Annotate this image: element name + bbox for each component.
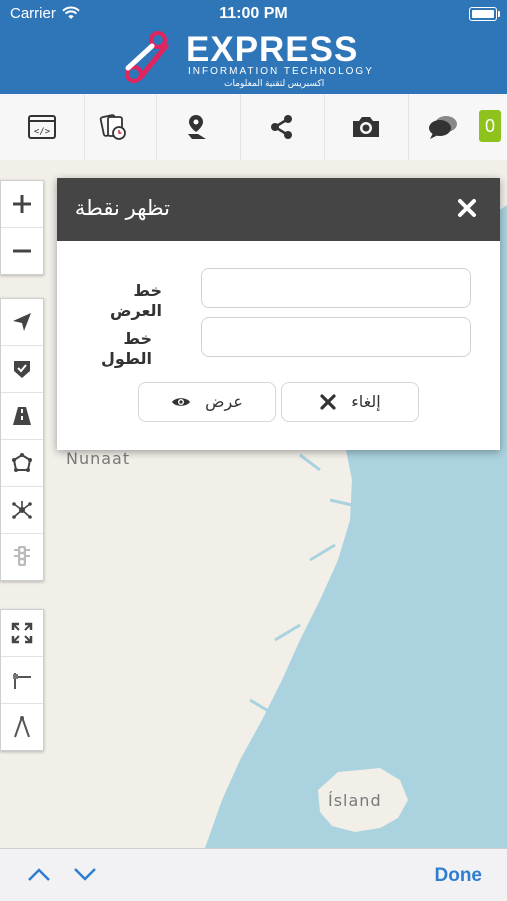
zoom-controls (0, 180, 44, 275)
logo-arabic: اكسبريس لتقنية المعلومات (224, 78, 325, 88)
location-button[interactable] (156, 94, 241, 160)
cancel-x-icon (320, 394, 336, 410)
shield-check-icon (14, 361, 30, 378)
polygon-button[interactable] (1, 440, 43, 487)
tool-controls (0, 298, 44, 581)
show-button-label: عرض (205, 394, 243, 411)
status-time: 11:00 PM (219, 5, 288, 22)
chevron-down-icon[interactable] (72, 865, 98, 883)
ruler-button[interactable] (1, 657, 43, 704)
chat-button[interactable] (408, 94, 478, 160)
network-button[interactable] (1, 487, 43, 534)
protect-button[interactable] (1, 346, 43, 393)
eye-icon (172, 398, 191, 406)
location-pin-icon (188, 115, 206, 139)
app-header: Carrier 11:00 PM EXPRESS INFORMATION TEC… (0, 0, 507, 94)
traffic-button[interactable] (1, 534, 43, 580)
latitude-label: خط العرض (110, 283, 162, 320)
ruler-icon (13, 673, 31, 689)
angle-button[interactable] (1, 704, 43, 750)
logo-subtitle: INFORMATION TECHNOLOGY (188, 66, 374, 77)
traffic-light-icon (14, 546, 30, 566)
embed-code-icon: </> (28, 115, 56, 139)
latitude-input[interactable] (201, 268, 471, 308)
done-button[interactable]: Done (435, 865, 483, 887)
chat-icon (429, 116, 457, 139)
network-icon (12, 501, 32, 519)
close-button[interactable] (453, 194, 481, 222)
navigate-arrow-icon (13, 313, 31, 331)
express-logo-icon (125, 31, 169, 83)
road-icon (13, 407, 31, 425)
svg-text:</>: </> (34, 127, 51, 137)
toolbar: </> (0, 94, 507, 161)
dialog-header: تظهر نقطة (57, 178, 500, 241)
logo-title: EXPRESS (186, 30, 359, 69)
keyboard-accessory-bar: Done (0, 848, 507, 901)
battery-icon (469, 7, 500, 21)
show-button[interactable]: عرض (138, 382, 276, 422)
close-icon (458, 199, 476, 217)
zoom-out-icon (13, 249, 31, 253)
zoom-in-button[interactable] (1, 181, 43, 228)
chevron-up-icon[interactable] (26, 865, 52, 883)
polygon-icon (12, 453, 32, 472)
camera-icon (353, 117, 379, 137)
longitude-label: خط الطول (101, 331, 152, 368)
zoom-out-button[interactable] (1, 228, 43, 274)
navigate-button[interactable] (1, 299, 43, 346)
compass-angle-icon (14, 716, 30, 738)
map-label-island: Ísland (328, 791, 382, 810)
share-button[interactable] (240, 94, 325, 160)
cancel-button-label: إلغاء (351, 394, 381, 411)
road-button[interactable] (1, 393, 43, 440)
show-point-dialog: تظهر نقطة خط العرض خط الطول عرض إلغاء (57, 178, 500, 450)
fullscreen-button[interactable] (1, 610, 43, 657)
dialog-title: تظهر نقطة (74, 197, 170, 220)
fullscreen-icon (11, 622, 33, 644)
history-button[interactable] (72, 94, 157, 160)
longitude-input[interactable] (201, 317, 471, 357)
history-cards-icon (99, 114, 126, 140)
camera-button[interactable] (324, 94, 409, 160)
cancel-button[interactable]: إلغاء (281, 382, 419, 422)
share-icon (271, 115, 292, 139)
map-label-nunaat: Nunaat (66, 449, 131, 468)
measure-controls (0, 609, 44, 751)
chat-count-badge: 0 (479, 110, 501, 142)
zoom-in-icon (13, 195, 31, 213)
